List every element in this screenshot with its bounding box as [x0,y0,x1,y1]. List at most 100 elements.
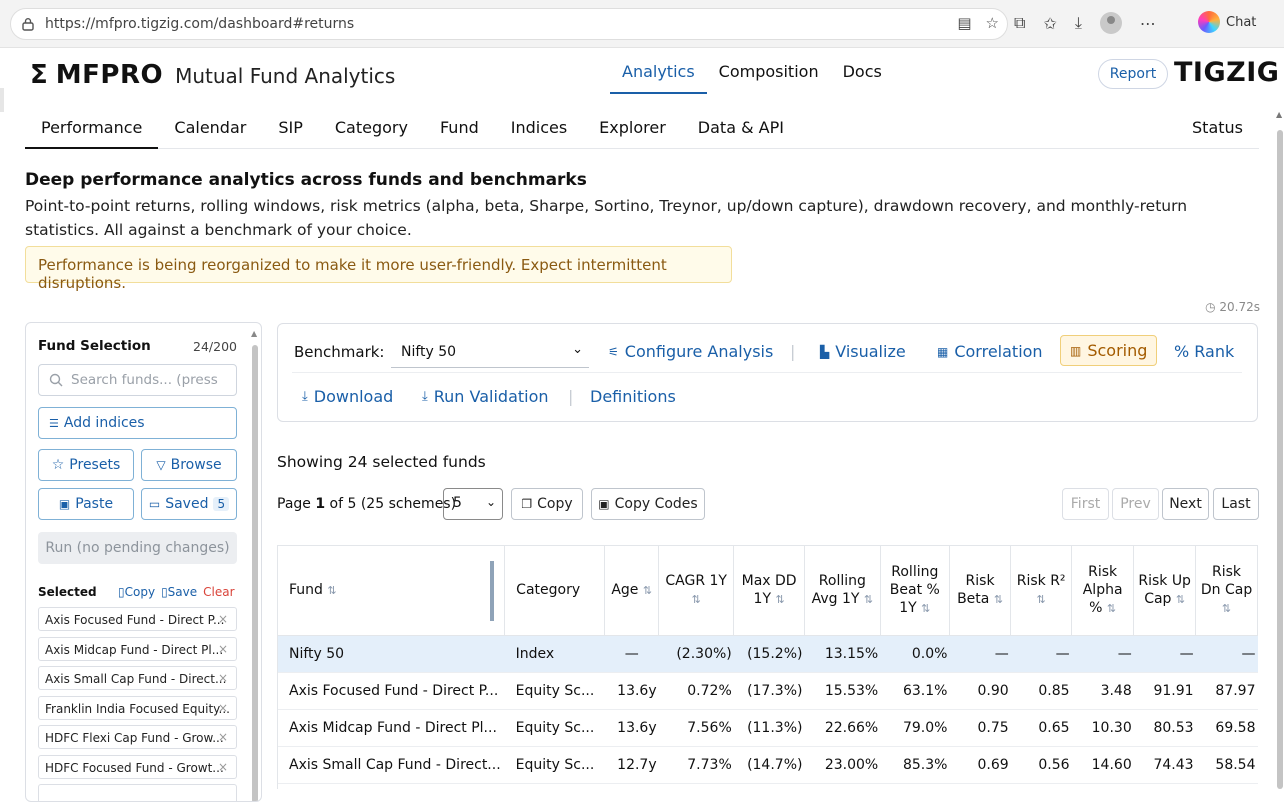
prev-page-button[interactable]: Prev [1112,488,1159,520]
url-text[interactable]: https://mfpro.tigzig.com/dashboard#retur… [45,16,354,32]
scroll-up-icon[interactable]: ▲ [1276,110,1282,119]
scroll-thumb[interactable] [252,345,258,801]
sort-icon[interactable]: ⇅ [864,593,873,606]
col-risk-r2[interactable]: Risk R² ⇅ [1010,546,1073,636]
definitions-button[interactable]: Definitions [590,387,676,406]
tab-sip[interactable]: SIP [262,104,319,149]
profile-avatar[interactable] [1099,12,1122,34]
last-page-button[interactable]: Last [1213,488,1259,520]
sort-icon[interactable]: ⇅ [1037,593,1046,606]
nav-docs[interactable]: Docs [831,62,894,94]
column-resize-handle[interactable] [490,561,494,621]
visualize-button[interactable]: ▙ Visualize [820,342,906,361]
col-rolling-avg-1y[interactable]: Rolling Avg 1Y ⇅ [804,546,881,636]
extensions-icon[interactable]: ⧉ [1014,13,1025,33]
remove-icon[interactable]: × [218,701,228,715]
run-validation-button[interactable]: ⤓ Run Validation [422,387,549,406]
correlation-button[interactable]: ▦ Correlation [937,342,1043,361]
logo[interactable]: Σ MFPRO Mutual Fund Analytics [30,60,395,90]
paste-button[interactable]: ▣ Paste [38,488,134,520]
configure-analysis-button[interactable]: ⚟ Configure Analysis [608,342,773,361]
scoring-button[interactable]: ▥ Scoring [1060,335,1158,366]
sort-icon[interactable]: ⇅ [921,602,930,615]
address-bar[interactable]: https://mfpro.tigzig.com/dashboard#retur… [10,8,1008,40]
fund-panel-scrollbar[interactable]: ▲ [251,329,259,801]
status-link[interactable]: Status [1192,118,1243,137]
remove-icon[interactable]: × [218,642,228,656]
tab-calendar[interactable]: Calendar [158,104,262,149]
add-indices-button[interactable]: ☰ Add indices [38,407,237,439]
tigzig-logo[interactable]: TIGZIG [1174,57,1279,88]
col-max-dd-1y[interactable]: Max DD 1Y ⇅ [733,546,805,636]
col-risk-dn-cap[interactable]: Risk Dn Cap ⇅ [1195,546,1258,636]
selected-fund-chip[interactable]: Axis Midcap Fund - Direct Pl... × [38,637,237,661]
selected-fund-chip[interactable]: HDFC Focused Fund - Growt... × [38,755,237,779]
remove-icon[interactable]: × [218,760,228,774]
download-icon[interactable]: ⤓ [1075,13,1082,33]
cell-fund[interactable]: Axis Midcap Fund - Direct Pl... [278,709,505,747]
page-scroll-thumb[interactable] [1277,130,1283,789]
copy-table-button[interactable]: ❐ Copy [511,488,583,520]
rank-button[interactable]: % Rank [1174,342,1234,361]
selected-fund-chip[interactable]: HDFC Flexi Cap Fund - Grow... × [38,725,237,749]
cell-fund[interactable]: Axis Focused Fund - Direct P... [278,672,505,710]
selected-fund-chip[interactable]: Axis Small Cap Fund - Direct... × [38,666,237,690]
selected-fund-chip[interactable]: Franklin India Focused Equity... × [38,696,237,720]
download-button[interactable]: ⤓ Download [302,387,393,406]
sort-icon[interactable]: ⇅ [994,593,1003,606]
col-risk-up-cap[interactable]: Risk Up Cap ⇅ [1133,546,1197,636]
table-row-benchmark[interactable]: Nifty 50 Index — (2.30%) (15.2%) 13.15% … [278,635,1258,673]
first-page-button[interactable]: First [1062,488,1109,520]
remove-icon[interactable]: × [218,671,228,685]
tab-fund[interactable]: Fund [424,104,495,149]
fund-search-input[interactable]: Search funds... (press [38,364,237,396]
sort-icon[interactable]: ⇅ [1176,593,1185,606]
sort-icon[interactable]: ⇅ [1107,602,1116,615]
remove-icon[interactable]: × [218,612,228,626]
tab-indices[interactable]: Indices [495,104,583,149]
sort-icon[interactable]: ⇅ [643,584,652,597]
tab-performance[interactable]: Performance [25,104,159,149]
save-selected-button[interactable]: ▯Save [161,585,197,599]
scroll-up-icon[interactable]: ▲ [251,329,257,338]
col-fund[interactable]: Fund ⇅ [278,546,506,636]
clear-selected-button[interactable]: Clear [203,585,234,599]
table-row[interactable]: Axis Focused Fund - Direct P... Equity S… [278,672,1258,710]
reader-mode-icon[interactable]: ▤ [957,14,971,32]
browse-button[interactable]: ▽ Browse [141,449,237,481]
sort-icon[interactable]: ⇅ [327,584,336,597]
nav-composition[interactable]: Composition [707,62,831,94]
cell-fund[interactable]: Axis Small Cap Fund - Direct... [278,746,505,784]
remove-icon[interactable]: × [218,730,228,744]
copy-codes-button[interactable]: ▣ Copy Codes [591,488,705,520]
report-button[interactable]: Report [1098,59,1168,89]
cell-fund[interactable]: Nifty 50 [278,635,505,673]
table-row[interactable]: Axis Small Cap Fund - Direct... Equity S… [278,746,1258,784]
sort-icon[interactable]: ⇅ [1222,602,1231,615]
selected-fund-chip[interactable] [38,784,237,801]
sort-icon[interactable]: ⇅ [775,593,784,606]
favorite-star-icon[interactable]: ☆ [986,14,999,32]
tab-data-api[interactable]: Data & API [682,104,800,149]
nav-analytics[interactable]: Analytics [610,62,707,94]
col-rolling-beat-1y[interactable]: Rolling Beat % 1Y ⇅ [880,546,950,636]
saved-button[interactable]: ▭ Saved 5 [141,488,237,520]
sort-icon[interactable]: ⇅ [692,593,701,606]
page-scrollbar[interactable]: ▲ [1276,108,1284,789]
next-page-button[interactable]: Next [1162,488,1209,520]
col-risk-alpha[interactable]: Risk Alpha % ⇅ [1071,546,1135,636]
more-icon[interactable]: ⋯ [1140,14,1156,33]
selected-fund-chip[interactable]: Axis Focused Fund - Direct P... × [38,607,237,631]
col-cagr-1y[interactable]: CAGR 1Y ⇅ [658,546,735,636]
benchmark-select[interactable]: Nifty 50 ⌄ [391,338,589,368]
tab-explorer[interactable]: Explorer [583,104,682,149]
page-size-select[interactable]: 5 ⌄ [443,488,503,520]
favorites-icon[interactable]: ✩ [1043,14,1056,33]
copy-selected-button[interactable]: ▯Copy [118,585,155,599]
col-category[interactable]: Category [504,546,606,636]
presets-button[interactable]: ☆ Presets [38,449,134,481]
run-button[interactable]: Run (no pending changes) [38,532,237,564]
col-risk-beta[interactable]: Risk Beta ⇅ [949,546,1012,636]
col-age[interactable]: Age ⇅ [604,546,660,636]
tab-category[interactable]: Category [319,104,424,149]
